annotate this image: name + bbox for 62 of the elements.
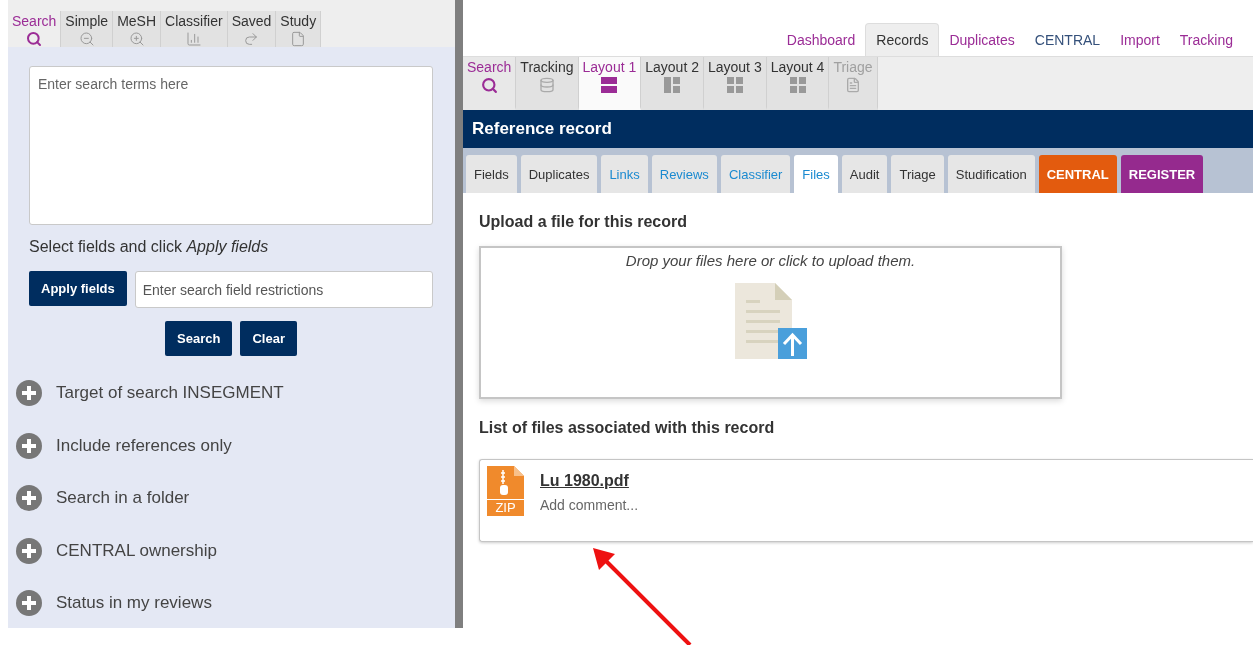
apply-fields-button[interactable]: Apply fields <box>29 271 127 306</box>
rows-icon <box>601 77 618 93</box>
plus-circle-icon[interactable] <box>16 432 42 459</box>
nav-tab[interactable]: Dashboard <box>776 24 866 56</box>
document-icon <box>845 77 861 93</box>
zoom-out-icon <box>78 31 95 47</box>
bar-chart-icon <box>185 31 202 47</box>
nav-tab[interactable]: Import <box>1110 24 1170 56</box>
search-mode-tab[interactable]: Saved <box>227 11 277 47</box>
search-mode-tab[interactable]: MeSH <box>113 11 162 47</box>
layout-tab[interactable]: Tracking <box>516 57 579 110</box>
drop-hint: Drop your files here or click to upload them. <box>625 252 916 269</box>
redo-arrow-icon <box>243 31 260 47</box>
filter-option-label[interactable]: Status in my reviews <box>56 593 212 614</box>
layout-tab[interactable]: Layout 3 <box>703 57 767 110</box>
file-drop-zone[interactable]: Drop your files here or click to upload them. <box>479 246 1062 399</box>
clear-button[interactable]: Clear <box>240 321 297 356</box>
zip-file-icon: ZIP <box>487 466 524 516</box>
search-mode-tab[interactable]: Classifier <box>161 11 228 47</box>
plus-circle-icon[interactable] <box>16 485 42 512</box>
layout-tab[interactable]: Layout 2 <box>641 57 704 110</box>
record-tab[interactable]: Duplicates <box>520 155 598 193</box>
record-tab[interactable]: Fields <box>466 155 517 193</box>
layout-tab[interactable]: Search <box>463 57 517 110</box>
record-tab[interactable]: Studification <box>947 155 1035 193</box>
nav-tab[interactable]: CENTRAL <box>1024 24 1111 56</box>
search-icon <box>480 77 498 94</box>
filter-option-label[interactable]: Include references only <box>56 435 232 456</box>
search-mode-tab[interactable]: Study <box>276 11 322 47</box>
search-button[interactable]: Search <box>165 321 233 356</box>
grid-icon <box>789 77 806 93</box>
record-tab[interactable]: Files <box>794 155 838 193</box>
plus-circle-icon[interactable] <box>16 590 42 617</box>
nav-tab[interactable]: Duplicates <box>939 24 1025 56</box>
filter-option-label[interactable]: CENTRAL ownership <box>56 540 217 561</box>
search-mode-tab[interactable]: Simple <box>61 11 114 47</box>
filter-option-label[interactable]: Search in a folder <box>56 488 190 509</box>
fields-hint: Select fields and click Apply fields <box>29 238 270 256</box>
filter-option-label[interactable]: Target of search INSEGMENT <box>56 383 284 404</box>
layout-icon <box>664 77 681 93</box>
record-header: Reference record <box>463 110 1253 148</box>
file-icon <box>290 31 307 47</box>
layout-tab[interactable]: Layout 1 <box>578 57 642 110</box>
plus-circle-icon[interactable] <box>16 380 42 407</box>
file-name-link[interactable]: Lu 1980.pdf <box>540 472 740 490</box>
database-icon <box>538 77 555 93</box>
record-tab[interactable]: Triage <box>891 155 944 193</box>
files-heading: List of files associated with this record <box>479 419 776 437</box>
search-icon <box>26 31 43 47</box>
nav-tab[interactable]: Records <box>865 23 940 56</box>
upload-document-icon <box>734 283 807 359</box>
field-restrictions-field[interactable]: Enter search field restrictions <box>134 271 433 308</box>
grid-icon <box>726 77 743 93</box>
record-tab[interactable]: Audit <box>841 155 888 193</box>
record-tab[interactable]: REGISTER <box>1120 155 1204 193</box>
record-tab[interactable]: CENTRAL <box>1038 155 1117 193</box>
search-terms-field[interactable]: Enter search terms here <box>29 66 433 225</box>
zoom-in-icon <box>128 31 145 47</box>
upload-heading: Upload a file for this record <box>479 213 689 231</box>
nav-tab[interactable]: Tracking <box>1169 24 1243 56</box>
layout-tab[interactable]: Layout 4 <box>766 57 830 110</box>
plus-circle-icon[interactable] <box>16 537 42 564</box>
